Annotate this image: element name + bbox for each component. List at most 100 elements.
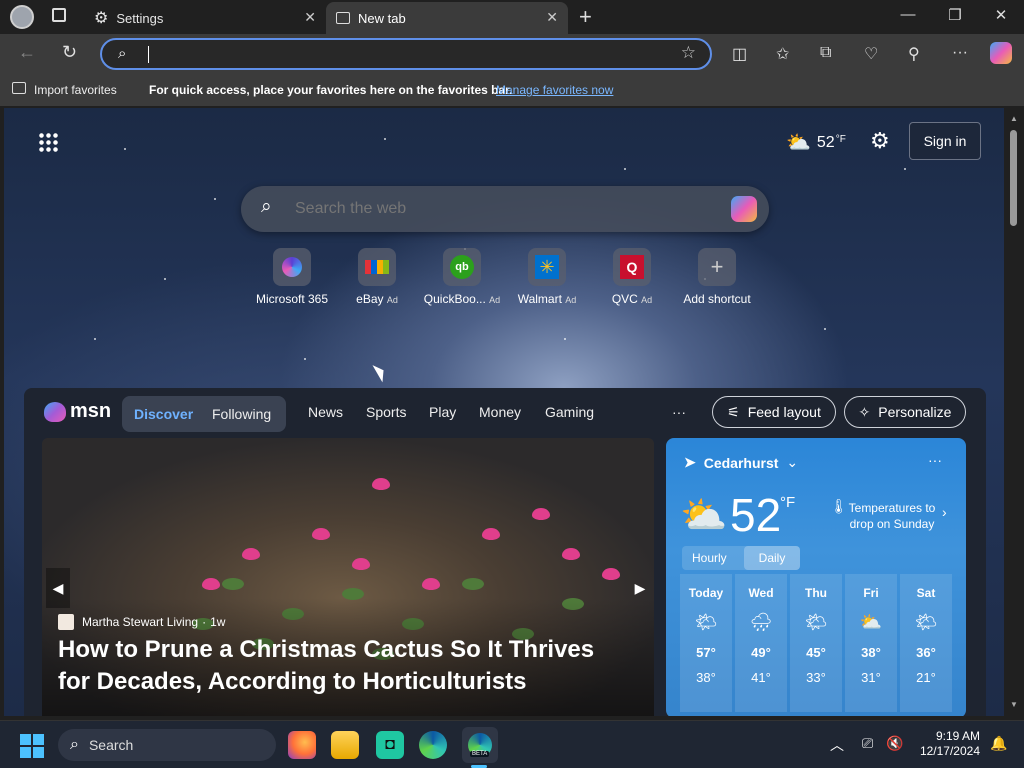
start-windows-icon[interactable]: [20, 734, 44, 758]
cloudy-icon: ⛅: [859, 612, 883, 632]
extensions-icon[interactable]: ⚲: [908, 44, 920, 64]
close-icon[interactable]: ✕: [546, 9, 558, 26]
browser-essentials-icon[interactable]: ♡: [864, 44, 878, 64]
taskbar: ⌕ Search ◘ BETA ︿ ⎚ 🔇 9:19 AM 12/17/2024…: [0, 720, 1024, 768]
favorites-icon[interactable]: ✩: [776, 44, 789, 64]
weather-temperature: 52: [730, 489, 782, 541]
tab-daily[interactable]: Daily: [744, 546, 800, 570]
tab-actions-icon[interactable]: [52, 8, 66, 22]
weather-location[interactable]: ➤ Cedarhurst ⌄: [684, 454, 798, 471]
collections-icon[interactable]: ⧉: [820, 44, 831, 62]
copilot-icon[interactable]: [731, 196, 757, 222]
firefox-icon[interactable]: [288, 731, 316, 759]
restore-icon[interactable]: ❐: [943, 6, 967, 24]
back-icon[interactable]: ←: [18, 42, 36, 63]
beta-badge: BETA: [470, 751, 490, 757]
web-search-input[interactable]: [295, 196, 695, 222]
show-hidden-icons[interactable]: ︿: [830, 735, 844, 755]
nav-gaming[interactable]: Gaming: [545, 404, 594, 420]
add-shortcut-button[interactable]: + Add shortcut: [677, 248, 757, 306]
title-bar: ⚙ Settings ✕ New tab ✕ + — ❐ ✕: [0, 0, 1024, 34]
day-name: Thu: [805, 586, 827, 600]
import-favorites-button[interactable]: Import favorites: [34, 83, 117, 97]
close-icon[interactable]: ✕: [304, 9, 316, 26]
shortcut-quickbooks[interactable]: qb QuickBoo... Ad: [422, 248, 502, 306]
sign-in-button[interactable]: Sign in: [909, 122, 981, 160]
next-arrow-icon[interactable]: ▶: [628, 568, 652, 608]
notification-bell-icon[interactable]: 🔔: [990, 735, 1007, 752]
address-input[interactable]: [152, 44, 652, 66]
shortcut-label: Microsoft 365: [255, 292, 329, 306]
manage-favorites-link[interactable]: Manage favorites now: [496, 83, 613, 97]
plus-icon: +: [698, 248, 736, 286]
close-window-icon[interactable]: ✕: [989, 6, 1013, 24]
more-menu-icon[interactable]: ···: [952, 44, 968, 62]
forecast-day[interactable]: Sat 🌤 36° 21°: [900, 574, 952, 712]
article-title[interactable]: How to Prune a Christmas Cactus So It Th…: [58, 634, 628, 698]
taskbar-search[interactable]: ⌕ Search: [58, 729, 276, 761]
nav-news[interactable]: News: [308, 404, 343, 420]
nav-money[interactable]: Money: [479, 404, 521, 420]
ad-badge: Ad: [489, 295, 501, 305]
nav-sports[interactable]: Sports: [366, 404, 406, 420]
copilot-icon[interactable]: [990, 42, 1012, 64]
tab-new-tab[interactable]: New tab ✕: [326, 2, 568, 34]
volume-muted-icon[interactable]: 🔇: [886, 735, 903, 752]
scroll-up-icon[interactable]: ▲: [1010, 114, 1018, 123]
weather-more-icon[interactable]: ···: [928, 452, 942, 468]
feed-layout-button[interactable]: ⚟ Feed layout: [712, 396, 836, 428]
header-weather[interactable]: ⛅ 52 °F: [786, 130, 846, 155]
more-nav-button[interactable]: ···: [672, 404, 686, 420]
forecast-day[interactable]: Today 🌤 57° 38°: [680, 574, 732, 712]
page-scrollbar[interactable]: ▲ ▼: [1004, 108, 1024, 716]
profile-avatar[interactable]: [10, 5, 34, 29]
favorite-star-icon[interactable]: ☆: [681, 43, 696, 63]
clock[interactable]: 9:19 AM 12/17/2024: [918, 729, 980, 759]
shortcut-walmart[interactable]: ✳ Walmart Ad: [507, 248, 587, 306]
tab-hourly[interactable]: Hourly: [692, 551, 727, 565]
shortcut-label: eBay: [356, 292, 384, 306]
edge-icon[interactable]: [419, 731, 447, 759]
edge-beta-icon[interactable]: BETA: [462, 727, 498, 763]
network-icon[interactable]: ⎚: [862, 735, 873, 752]
file-explorer-icon[interactable]: [331, 731, 359, 759]
prev-arrow-icon[interactable]: ◀: [46, 568, 70, 608]
partly-cloudy-icon: ⛅: [786, 132, 811, 154]
personalize-button[interactable]: ✧ Personalize: [844, 396, 966, 428]
scroll-thumb[interactable]: [1010, 130, 1017, 226]
shortcut-microsoft-365[interactable]: Microsoft 365: [252, 248, 332, 306]
weather-alert[interactable]: Temperatures to drop on Sunday: [842, 500, 942, 532]
shortcut-label: QuickBoo...: [423, 292, 486, 306]
article-source: Martha Stewart Living · 1w: [58, 614, 225, 630]
tab-following[interactable]: Following: [212, 406, 271, 422]
day-high: 36°: [916, 645, 936, 660]
split-screen-icon[interactable]: ◫: [732, 44, 747, 64]
minimize-icon[interactable]: —: [896, 6, 920, 23]
refresh-icon[interactable]: ↻: [62, 42, 77, 63]
address-toolbar: ← ↻ ⌕ ☆ ◫ ✩ ⧉ ♡ ⚲ ···: [0, 34, 1024, 74]
hero-article[interactable]: ◀ ▶ Martha Stewart Living · 1w How to Pr…: [42, 438, 654, 716]
clock-time: 9:19 AM: [935, 729, 980, 743]
tab-discover[interactable]: Discover: [134, 406, 193, 422]
address-bar[interactable]: ⌕ ☆: [100, 38, 712, 70]
new-tab-icon[interactable]: +: [579, 4, 592, 30]
nav-play[interactable]: Play: [429, 404, 456, 420]
shortcut-label: Walmart: [517, 292, 562, 306]
chevron-right-icon[interactable]: ›: [942, 504, 947, 520]
forecast-day[interactable]: Thu 🌤 45° 33°: [790, 574, 842, 712]
apps-launcher-icon[interactable]: [38, 132, 58, 152]
tab-daily-label: Daily: [758, 551, 786, 565]
import-icon: [12, 82, 26, 94]
settings-gear-icon[interactable]: ⚙: [870, 128, 890, 154]
shortcut-qvc[interactable]: Q QVC Ad: [592, 248, 672, 306]
forecast-day[interactable]: Wed 🌧 49° 41°: [735, 574, 787, 712]
forecast-day[interactable]: Fri ⛅ 38° 31°: [845, 574, 897, 712]
msn-brand: msn: [70, 400, 112, 422]
taskbar-search-label: Search: [88, 737, 134, 753]
app-icon[interactable]: ◘: [376, 731, 404, 759]
shortcut-ebay[interactable]: eBay Ad: [337, 248, 417, 306]
web-search-box[interactable]: ⌕: [241, 186, 769, 232]
tab-settings[interactable]: ⚙ Settings ✕: [84, 2, 326, 34]
msn-logo[interactable]: msn: [44, 400, 111, 423]
scroll-down-icon[interactable]: ▼: [1010, 700, 1018, 709]
